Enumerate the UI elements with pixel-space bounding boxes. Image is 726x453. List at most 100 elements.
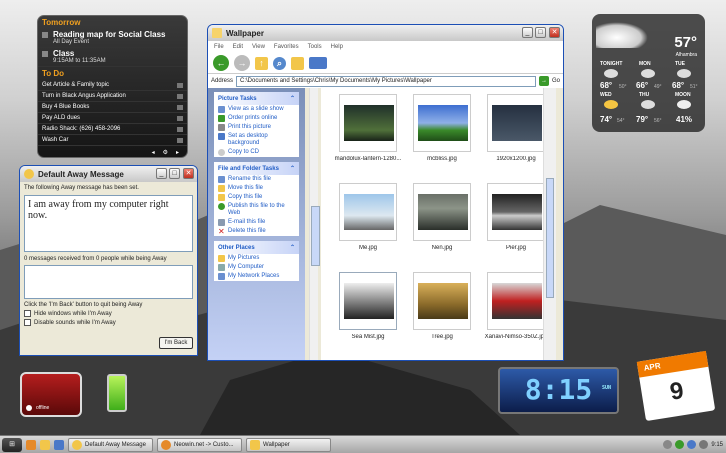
event-item[interactable]: Class 9:15AM to 11:35AM [38, 48, 187, 67]
start-button[interactable]: ⊞ [2, 437, 22, 452]
forward-icon[interactable]: → [234, 55, 250, 71]
explorer-titlebar[interactable]: Wallpaper [208, 25, 563, 41]
file-name[interactable]: Me.jpg [332, 245, 404, 251]
file-name[interactable]: 1920x1200.jpg [480, 156, 552, 162]
settings-icon[interactable]: ⚙ [163, 149, 168, 156]
place-link[interactable]: My Pictures [214, 254, 299, 263]
file-thumbnail[interactable] [413, 272, 471, 330]
maximize-button[interactable]: □ [169, 168, 180, 179]
file-name[interactable]: Xanavi-Nimso-350Z.jpg [480, 334, 552, 340]
back-icon[interactable]: ← [213, 55, 229, 71]
collapse-icon[interactable]: ⌃ [290, 95, 295, 102]
checkbox-icon[interactable] [177, 82, 183, 88]
checkbox-icon[interactable] [177, 126, 183, 132]
event-item[interactable]: Reading map for Social Class All Day Eve… [38, 29, 187, 48]
file-thumbnail[interactable] [487, 94, 545, 152]
todo-item[interactable]: Radio Shack: (626) 458-2096 [38, 124, 187, 135]
maximize-button[interactable]: □ [535, 27, 546, 38]
todo-item[interactable]: Turn in Black Angus Application [38, 91, 187, 102]
scroll-thumb[interactable] [546, 178, 554, 298]
checkbox-icon[interactable] [177, 137, 183, 143]
views-icon[interactable] [309, 57, 327, 69]
task-link[interactable]: Set as desktop background [214, 132, 299, 148]
file-thumbnail[interactable] [487, 272, 545, 330]
file-thumbnail[interactable] [413, 94, 471, 152]
tray-clock[interactable]: 9:15 [711, 442, 723, 448]
file-thumbnail[interactable] [487, 183, 545, 241]
disable-sounds-checkbox[interactable]: Disable sounds while I'm Away [24, 319, 193, 326]
file-name[interactable]: Nen.jpg [406, 245, 478, 251]
file-thumbnail[interactable] [339, 272, 397, 330]
folders-icon[interactable] [291, 56, 304, 70]
next-icon[interactable]: ▸ [176, 149, 179, 156]
place-link[interactable]: My Computer [214, 263, 299, 272]
todo-item[interactable]: Wash Car [38, 135, 187, 146]
file-thumbnail[interactable] [413, 183, 471, 241]
task-link[interactable]: View as a slide show [214, 105, 299, 114]
hide-windows-checkbox[interactable]: Hide windows while I'm Away [24, 310, 193, 317]
task-link[interactable]: Copy this file [214, 193, 299, 202]
network-icon[interactable] [663, 440, 673, 449]
close-button[interactable]: ✕ [549, 27, 560, 38]
task-link[interactable]: Move this file [214, 184, 299, 193]
offline-gadget[interactable]: offline [20, 372, 82, 417]
minimize-button[interactable]: _ [156, 168, 167, 179]
checkbox-icon[interactable] [24, 319, 31, 326]
prev-icon[interactable]: ◂ [152, 149, 155, 156]
file-name[interactable]: Tree.jpg [406, 334, 478, 340]
panel-header[interactable]: Other Places ⌃ [214, 241, 299, 254]
go-button[interactable]: Go [552, 78, 560, 84]
close-button[interactable]: ✕ [183, 168, 194, 179]
task-link[interactable]: E-mail this file [214, 218, 299, 227]
calendar-gadget[interactable]: APR 9 [636, 350, 716, 422]
scroll-thumb[interactable] [311, 206, 320, 266]
menu-help[interactable]: Help [331, 44, 343, 50]
file-view-scrollbar[interactable] [543, 88, 556, 360]
collapse-icon[interactable]: ⌃ [290, 244, 295, 251]
im-back-button[interactable]: I'm Back [159, 337, 193, 349]
collapse-icon[interactable]: ⌃ [290, 165, 295, 172]
aim-icon[interactable] [40, 439, 50, 450]
taskbar-item[interactable]: Neowin.net -> Custo... [157, 437, 242, 452]
volume-icon[interactable] [699, 440, 709, 449]
checkbox-icon[interactable] [177, 115, 183, 121]
panel-header[interactable]: File and Folder Tasks ⌃ [214, 162, 299, 175]
go-arrow-icon[interactable]: → [538, 76, 549, 86]
file-name[interactable]: Pier.jpg [480, 245, 552, 251]
show-desktop-icon[interactable] [54, 439, 64, 450]
minimize-button[interactable]: _ [522, 27, 533, 38]
menu-edit[interactable]: Edit [233, 44, 243, 50]
file-name[interactable]: mandolux-lantern-1280... [332, 156, 404, 162]
task-link[interactable]: Copy to CD [214, 148, 299, 157]
task-pane-scrollbar[interactable] [309, 88, 320, 360]
taskbar-item[interactable]: Default Away Message [68, 437, 153, 452]
task-link[interactable]: Print this picture [214, 123, 299, 132]
task-link[interactable]: Rename this file [214, 175, 299, 184]
menu-tools[interactable]: Tools [308, 44, 322, 50]
file-name[interactable]: mcbliss.jpg [406, 156, 478, 162]
menu-view[interactable]: View [252, 44, 265, 50]
checkbox-icon[interactable] [177, 93, 183, 99]
tray-app-icon[interactable] [687, 440, 697, 449]
file-thumbnail[interactable] [339, 183, 397, 241]
todo-item[interactable]: Pay ALD dues [38, 113, 187, 124]
todo-item[interactable]: Get Article & Family topic [38, 80, 187, 91]
todo-item[interactable]: Buy 4 Blue Books [38, 102, 187, 113]
tray-app-icon[interactable] [675, 440, 685, 449]
menu-favorites[interactable]: Favorites [274, 44, 299, 50]
file-thumbnail[interactable] [339, 94, 397, 152]
task-link[interactable]: Publish this file to the Web [214, 202, 299, 218]
up-folder-icon[interactable]: ↑ [255, 56, 268, 70]
checkbox-icon[interactable] [24, 310, 31, 317]
away-message-text[interactable]: I am away from my computer right now. [24, 195, 193, 252]
search-icon[interactable]: ⌕ [273, 56, 286, 70]
task-link[interactable]: ✕ Delete this file [214, 227, 299, 236]
received-log[interactable] [24, 265, 193, 299]
file-name[interactable]: Sea Mist.jpg [332, 334, 404, 340]
address-input[interactable]: C:\Documents and Settings\Chris\My Docum… [236, 75, 536, 87]
checkbox-icon[interactable] [177, 104, 183, 110]
menu-file[interactable]: File [214, 44, 224, 50]
firefox-icon[interactable] [26, 439, 36, 450]
taskbar-item[interactable]: Wallpaper [246, 437, 331, 452]
place-link[interactable]: My Network Places [214, 272, 299, 281]
